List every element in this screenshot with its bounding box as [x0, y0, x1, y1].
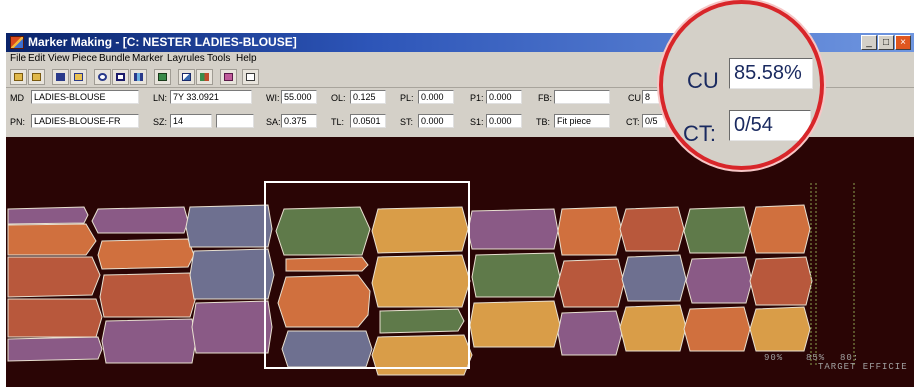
pattern-piece: [7, 256, 101, 298]
menu-view[interactable]: View: [48, 53, 70, 64]
menu-help[interactable]: Help: [236, 53, 257, 64]
sz-label: SZ:: [153, 117, 168, 127]
pl-field[interactable]: 0.000: [418, 90, 454, 104]
menu-bundle[interactable]: Bundle: [99, 53, 130, 64]
s1-label: S1:: [470, 117, 484, 127]
ct-field-small[interactable]: 0/5: [642, 114, 666, 128]
ln-label: LN:: [153, 93, 168, 103]
menu-marker[interactable]: Marker: [132, 53, 163, 64]
move-icon[interactable]: [178, 69, 195, 85]
scale-tick-90: 90%: [764, 353, 784, 363]
pattern-piece: [101, 318, 197, 364]
sz-field[interactable]: 14: [170, 114, 212, 128]
pattern-piece: [683, 206, 751, 254]
zoom-cu-label: CU: [687, 68, 719, 93]
pattern-piece: [621, 254, 687, 302]
md-label: MD: [10, 93, 24, 103]
zoom-ct-label: CT:: [683, 121, 716, 146]
layout-icon[interactable]: [154, 69, 171, 85]
pattern-piece: [619, 206, 685, 252]
ct-label-small: CT:: [626, 117, 640, 127]
sz-extra-field[interactable]: [216, 114, 254, 128]
menu-file[interactable]: File: [10, 53, 26, 64]
zoom-ct-field[interactable]: 0/54: [729, 110, 811, 141]
pattern-piece: [189, 248, 275, 300]
grid-icon[interactable]: [130, 69, 147, 85]
pattern-piece: [99, 272, 197, 318]
copy-icon[interactable]: [70, 69, 87, 85]
p1-field[interactable]: 0.000: [486, 90, 522, 104]
tl-label: TL:: [331, 117, 345, 127]
rectangle-icon[interactable]: [112, 69, 129, 85]
pattern-piece: [557, 310, 623, 356]
pattern-piece: [7, 223, 97, 256]
pattern-piece: [683, 306, 751, 352]
pattern-piece: [191, 300, 273, 354]
pn-label: PN:: [10, 117, 26, 127]
pattern-piece: [7, 206, 89, 225]
wi-label: WI:: [266, 93, 280, 103]
menu-tools[interactable]: Tools: [207, 53, 230, 64]
minimize-button[interactable]: _: [861, 35, 877, 50]
pl-label: PL:: [400, 93, 414, 103]
marker-icon[interactable]: [242, 69, 259, 85]
sa-label: SA:: [266, 117, 281, 127]
sa-field[interactable]: 0.375: [281, 114, 317, 128]
tl-field[interactable]: 0.0501: [350, 114, 386, 128]
menu-piece[interactable]: Piece: [72, 53, 97, 64]
ol-label: OL:: [331, 93, 346, 103]
zoom-callout: CU 85.58% CT: 0/54: [659, 0, 824, 170]
save-disk-icon[interactable]: [52, 69, 69, 85]
tb-label: TB:: [536, 117, 551, 127]
pattern-piece: [185, 204, 273, 248]
menu-edit[interactable]: Edit: [28, 53, 45, 64]
md-field[interactable]: LADIES-BLOUSE: [31, 90, 139, 104]
p1-label: P1:: [470, 93, 484, 103]
pattern-piece: [557, 258, 625, 308]
fb-field[interactable]: [554, 90, 610, 104]
pattern-piece: [685, 256, 753, 304]
pattern-piece: [619, 304, 687, 352]
s1-field[interactable]: 0.000: [486, 114, 522, 128]
pattern-piece: [749, 204, 811, 254]
pattern-piece: [471, 252, 561, 298]
pieces-icon[interactable]: [196, 69, 213, 85]
pattern-piece: [749, 306, 811, 352]
pn-field[interactable]: LADIES-BLOUSE-FR: [31, 114, 139, 128]
close-button[interactable]: ×: [895, 35, 911, 50]
zoom-cu-field[interactable]: 85.58%: [729, 58, 813, 89]
wi-field[interactable]: 55.000: [281, 90, 317, 104]
selection-highlight-box: [264, 181, 470, 369]
open-folder-icon[interactable]: [10, 69, 27, 85]
app-icon: [10, 36, 24, 49]
pattern-piece: [467, 208, 559, 250]
bundle-icon[interactable]: [220, 69, 237, 85]
pattern-piece: [469, 300, 561, 348]
fb-label: FB:: [538, 93, 553, 103]
cu-label-small: CU: [628, 93, 641, 103]
st-label: ST:: [400, 117, 414, 127]
pattern-piece: [749, 256, 813, 306]
tb-field[interactable]: Fit piece: [554, 114, 610, 128]
ol-field[interactable]: 0.125: [350, 90, 386, 104]
restore-button[interactable]: □: [878, 35, 894, 50]
save-folder-icon[interactable]: [28, 69, 45, 85]
menu-layrules[interactable]: Layrules: [167, 53, 205, 64]
window-title: Marker Making - [C: NESTER LADIES-BLOUSE…: [28, 35, 297, 49]
pattern-piece: [7, 336, 103, 362]
st-field[interactable]: 0.000: [418, 114, 454, 128]
target-efficiency-label: TARGET EFFICIE: [818, 362, 908, 372]
pattern-piece: [91, 206, 189, 234]
zoom-icon[interactable]: [94, 69, 111, 85]
ln-field[interactable]: 7Y 33.0921: [170, 90, 252, 104]
pattern-piece: [97, 238, 195, 270]
pattern-piece: [7, 298, 103, 338]
pattern-piece: [557, 206, 623, 256]
